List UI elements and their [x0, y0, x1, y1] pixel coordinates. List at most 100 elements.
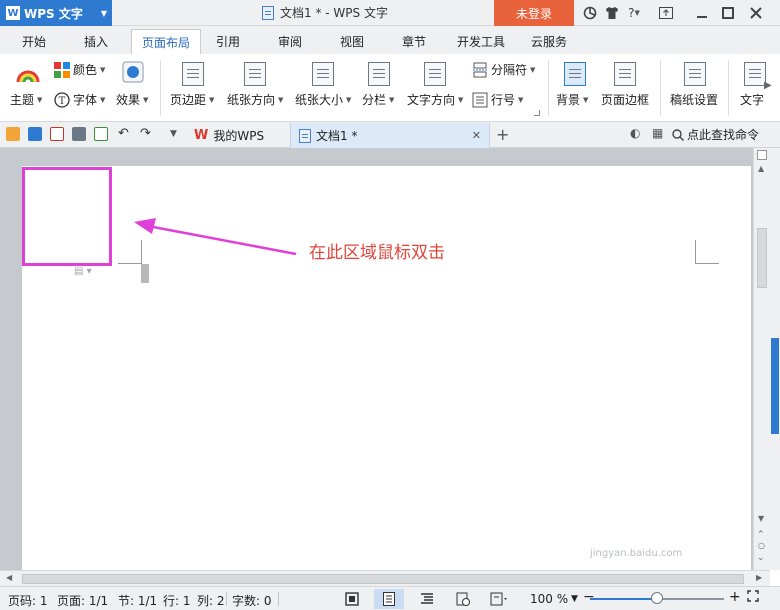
orientation-button[interactable]: 纸张方向 ▼ [227, 91, 283, 108]
print-icon[interactable] [72, 127, 86, 141]
zoom-menu-icon[interactable]: ▼ [571, 594, 578, 604]
font-label: 字体 [73, 93, 98, 107]
tab-insert[interactable]: 插入 [74, 29, 118, 54]
ribbon-scroll-right-icon[interactable]: ▶ [764, 80, 772, 91]
status-pages: 页面: 1/1 [57, 594, 109, 608]
login-button[interactable]: 未登录 [494, 0, 574, 26]
command-search[interactable]: 点此查找命令 [672, 126, 759, 143]
outline-icon[interactable]: ▦ [652, 126, 663, 140]
select-browse-icon[interactable]: ○ [758, 541, 765, 550]
close-icon[interactable] [744, 0, 768, 26]
tab-view[interactable]: 视图 [330, 29, 374, 54]
tab-section[interactable]: 章节 [392, 29, 436, 54]
comment-icon[interactable]: ◐ [630, 126, 640, 140]
help-button[interactable]: ? ▼ [622, 0, 646, 26]
orientation-icon[interactable] [244, 62, 266, 86]
export-pdf-icon[interactable] [50, 127, 64, 141]
tab-my-wps[interactable]: W 我的WPS [186, 123, 272, 148]
columns-icon[interactable] [368, 62, 390, 86]
undo-icon[interactable]: ↶ [118, 126, 129, 141]
zoom-slider-fill [590, 598, 657, 600]
tshirt-icon[interactable] [600, 0, 624, 26]
reading-view-icon[interactable] [484, 589, 514, 609]
open-folder-icon[interactable] [6, 127, 20, 141]
title-bar: W WPS 文字 ▼ 文档1 * - WPS 文字 未登录 ? ▼ [0, 0, 780, 26]
tab-document1[interactable]: 文档1 * ✕ [290, 123, 490, 148]
tab-references[interactable]: 引用 [206, 29, 250, 54]
text-direction-button[interactable]: 文字方向 ▼ [407, 91, 463, 108]
page-border-button[interactable]: 页面边框 [601, 91, 649, 108]
task-pane-toggle[interactable] [771, 338, 779, 434]
prev-page-icon[interactable]: ⌃ [757, 530, 765, 540]
effect-icon[interactable] [122, 61, 144, 83]
status-divider [278, 592, 279, 606]
manuscript-button[interactable]: 稿纸设置 [670, 91, 718, 108]
wps-logo-icon: W [194, 128, 209, 143]
effect-button[interactable]: 效果 ▼ [116, 91, 148, 108]
tab-developer[interactable]: 开发工具 [447, 29, 515, 54]
fullscreen-icon[interactable] [654, 0, 678, 26]
page-border-icon[interactable] [614, 62, 636, 86]
split-view-icon[interactable] [757, 150, 767, 160]
rainbow-theme-icon [16, 70, 40, 83]
full-screen-view-icon[interactable] [337, 589, 367, 609]
web-view-icon[interactable] [448, 589, 478, 609]
fit-page-icon[interactable] [747, 590, 759, 605]
ribbon-divider [660, 60, 661, 116]
text-more-button[interactable]: 文字 [740, 91, 764, 108]
text-direction-icon[interactable] [424, 62, 446, 86]
status-bar: 页码: 1 页面: 1/1 节: 1/1 行: 1 列: 2 字数: 0 100… [0, 586, 780, 610]
manuscript-icon[interactable] [684, 62, 706, 86]
tab-cloud[interactable]: 云服务 [521, 29, 577, 54]
skin-icon[interactable] [578, 0, 602, 26]
minimize-icon[interactable] [690, 0, 714, 26]
margin-icon[interactable] [182, 62, 204, 86]
outline-view-icon[interactable] [412, 589, 442, 609]
separator-button[interactable]: 分隔符 ▼ [472, 61, 535, 78]
color-button[interactable]: 颜色 ▼ [54, 61, 105, 78]
font-button[interactable]: T 字体 ▼ [54, 91, 105, 108]
next-page-icon[interactable]: ⌄ [757, 553, 765, 563]
page-view-icon[interactable] [374, 589, 404, 609]
paper-size-button[interactable]: 纸张大小 ▼ [295, 91, 351, 108]
quick-access-menu-icon[interactable]: ▼ [170, 129, 177, 139]
horizontal-scroll-thumb[interactable] [22, 574, 744, 584]
close-tab-icon[interactable]: ✕ [472, 129, 481, 142]
scroll-up-icon[interactable]: ▲ [758, 164, 764, 173]
scroll-right-icon[interactable]: ▶ [756, 573, 762, 582]
margin-button[interactable]: 页边距 ▼ [170, 91, 214, 108]
paragraph-layout-icon[interactable]: ▤ ▾ [74, 266, 92, 277]
vertical-scrollbar[interactable]: ▲ ▼ ⌃ ○ ⌄ [753, 148, 770, 570]
background-icon[interactable] [564, 62, 586, 86]
horizontal-scrollbar[interactable]: ◀ ▶ [0, 570, 770, 586]
zoom-level[interactable]: 100 % [530, 592, 568, 606]
zoom-slider-knob[interactable] [651, 592, 663, 604]
status-wordcount[interactable]: 字数: 0 [232, 592, 272, 609]
print-preview-icon[interactable] [94, 127, 108, 141]
maximize-icon[interactable] [716, 0, 740, 26]
chevron-down-icon: ▼ [278, 95, 284, 104]
scroll-down-icon[interactable]: ▼ [758, 514, 764, 523]
status-page: 页码: 1 [8, 594, 48, 608]
paper-size-icon[interactable] [312, 62, 334, 86]
save-icon[interactable] [28, 127, 42, 141]
background-button[interactable]: 背景 ▼ [556, 91, 588, 108]
theme-button[interactable]: 主题 ▼ [10, 91, 42, 108]
redo-icon[interactable]: ↷ [140, 126, 151, 141]
chevron-down-icon: ▼ [37, 95, 43, 104]
text-more-icon[interactable] [744, 62, 766, 86]
background-label: 背景 [556, 93, 581, 107]
header-double-click-region[interactable] [22, 167, 112, 266]
dialog-launcher-icon[interactable] [534, 110, 540, 116]
tab-review[interactable]: 审阅 [268, 29, 312, 54]
columns-button[interactable]: 分栏 ▼ [362, 91, 394, 108]
new-tab-icon[interactable]: + [496, 125, 509, 144]
vertical-scroll-thumb[interactable] [757, 228, 767, 288]
zoom-in-icon[interactable]: + [729, 589, 741, 605]
zoom-out-icon[interactable]: − [583, 589, 595, 605]
tab-page-layout[interactable]: 页面布局 [131, 29, 202, 54]
scroll-left-icon[interactable]: ◀ [6, 573, 12, 582]
app-menu-button[interactable]: W WPS 文字 ▼ [0, 0, 112, 26]
line-number-button[interactable]: 行号 ▼ [472, 91, 523, 108]
tab-start[interactable]: 开始 [12, 29, 56, 54]
